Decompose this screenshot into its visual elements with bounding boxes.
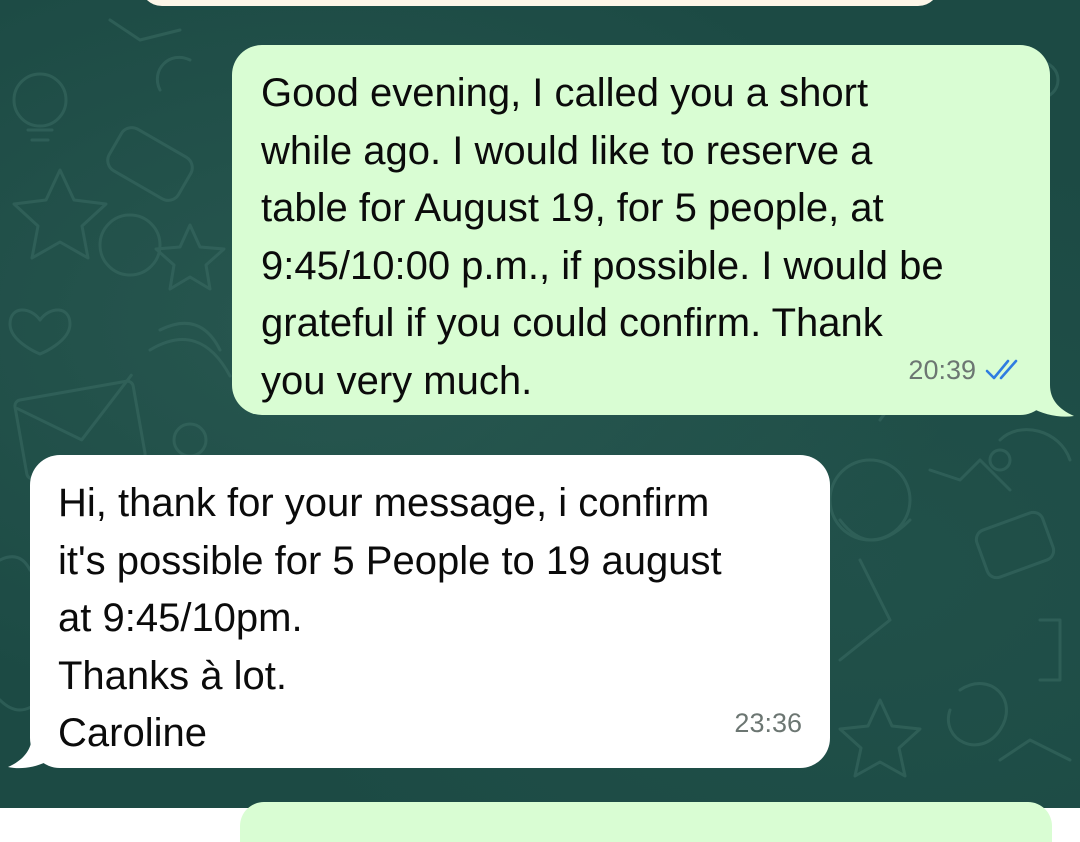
double-check-read-icon (985, 359, 1018, 380)
message-meta: 20:39 (908, 342, 1024, 400)
message-text-line: it's possible for 5 People to 19 august (58, 538, 722, 583)
message-text-line: Hi, thank for your message, i confirm (58, 481, 710, 525)
message-text-line: Good evening, I called you a short (261, 71, 869, 115)
next-message-bubble (240, 802, 1052, 842)
message-text-line: Caroline (58, 711, 207, 755)
message-text-line: at 9:45/10pm. (58, 596, 303, 640)
incoming-message-bubble[interactable]: Hi, thank for your message, i confirm it… (30, 455, 830, 768)
message-meta: 23:36 (734, 695, 802, 753)
message-timestamp: 23:36 (734, 707, 802, 738)
message-text-line: table for August 19, for 5 people, at (261, 186, 884, 230)
outgoing-bubble-tail (1030, 385, 1074, 417)
incoming-bubble-tail (8, 735, 52, 769)
message-timestamp: 20:39 (908, 354, 976, 385)
message-text-line: while ago. I would like to reserve a (261, 128, 873, 173)
message-text-line: Thanks à lot. (58, 653, 288, 698)
outgoing-message-bubble[interactable]: Good evening, I called you a short while… (232, 45, 1050, 415)
previous-message-bubble (140, 0, 940, 6)
message-text-line: 9:45/10:00 p.m., if possible. I would be (261, 243, 944, 288)
